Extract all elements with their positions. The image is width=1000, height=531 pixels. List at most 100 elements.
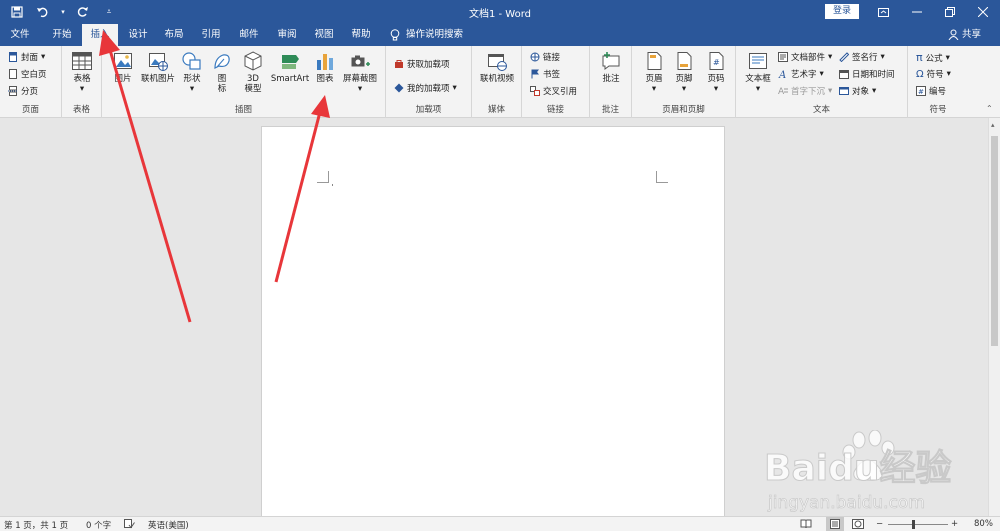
pictures-button[interactable]: 图片 [110, 50, 136, 84]
footer-icon [677, 52, 692, 70]
cross-reference-button[interactable]: 交叉引用 [530, 85, 577, 97]
quick-parts-button[interactable]: 文档部件 ▾ [778, 51, 832, 63]
minimize-icon [912, 11, 922, 13]
drop-cap-label: 首字下沉 [791, 87, 826, 97]
footer-button[interactable]: 页脚 ▾ [670, 50, 698, 94]
shapes-label: 形状 [183, 74, 201, 84]
date-time-button[interactable]: 日期和时间 [839, 68, 895, 80]
dropdown-arrow-icon: ▾ [452, 83, 457, 93]
read-mode-button[interactable] [800, 519, 812, 531]
3d-models-button[interactable]: 3D 模型 [240, 50, 266, 94]
language-indicator[interactable]: 英语(美国) [148, 519, 189, 531]
blank-page-button[interactable]: 空白页 [8, 68, 47, 80]
zoom-slider-thumb[interactable] [912, 520, 915, 529]
close-icon [978, 7, 988, 17]
icons-label-line1: 图 [217, 74, 227, 84]
link-button[interactable]: 链接 [530, 51, 560, 63]
online-pictures-button[interactable]: 联机图片 [138, 50, 178, 84]
tab-layout[interactable]: 布局 [156, 24, 192, 46]
link-label: 链接 [543, 53, 561, 63]
chevron-up-icon: ⌃ [986, 104, 993, 113]
chart-button[interactable]: 图表 [312, 50, 338, 84]
table-icon [72, 52, 92, 70]
online-pictures-label: 联机图片 [140, 74, 175, 84]
3d-models-label-line1: 3D [247, 74, 259, 84]
print-layout-button[interactable] [826, 517, 844, 531]
tab-help[interactable]: 帮助 [343, 24, 379, 46]
cover-page-button[interactable]: 封面 ▾ [8, 51, 45, 63]
share-label: 共享 [962, 29, 982, 40]
smartart-button[interactable]: SmartArt [268, 50, 312, 84]
page-count[interactable]: 第 1 页，共 1 页 [4, 519, 68, 531]
tell-me-search[interactable]: 操作说明搜索 [390, 24, 463, 46]
close-button[interactable] [966, 0, 1000, 24]
get-addins-button[interactable]: 获取加载项 [394, 58, 450, 70]
shapes-icon [182, 52, 201, 70]
web-layout-button[interactable] [852, 519, 864, 531]
web-layout-icon [852, 519, 864, 529]
share-button[interactable]: 共享 [948, 24, 981, 46]
svg-text:#: # [918, 88, 924, 96]
page-break-label: 分页 [21, 87, 39, 97]
bookmark-button[interactable]: 书签 [530, 68, 560, 80]
text-box-button[interactable]: 文本框 ▾ [742, 50, 774, 94]
tab-file[interactable]: 文件 [4, 24, 36, 46]
person-icon [948, 29, 959, 40]
drop-cap-icon: A [778, 87, 788, 96]
header-button[interactable]: 页眉 ▾ [640, 50, 668, 94]
tab-home[interactable]: 开始 [44, 24, 80, 46]
group-label-comments: 批注 [601, 105, 619, 115]
word-count[interactable]: 0 个字 [86, 519, 111, 531]
group-label-addins: 加载项 [415, 105, 442, 115]
tab-mailings[interactable]: 邮件 [231, 24, 267, 46]
page-break-button[interactable]: 分页 [8, 85, 38, 97]
online-video-button[interactable]: 联机视频 [477, 50, 517, 84]
tab-design[interactable]: 设计 [120, 24, 156, 46]
signature-line-button[interactable]: 签名行 ▾ [839, 51, 885, 63]
my-addins-button[interactable]: 我的加载项 ▾ [394, 82, 457, 94]
screenshot-button[interactable]: 屏幕截图 ▾ [340, 50, 380, 94]
zoom-in-button[interactable]: + [951, 519, 958, 529]
tab-references[interactable]: 引用 [193, 24, 229, 46]
wordart-button[interactable]: A 艺术字 ▾ [778, 68, 824, 80]
chart-label: 图表 [316, 74, 334, 84]
wordart-icon: A [778, 70, 786, 79]
new-comment-button[interactable]: 批注 [596, 50, 626, 84]
proofing-icon[interactable] [124, 519, 135, 531]
drop-cap-button[interactable]: A 首字下沉 ▾ [778, 85, 832, 97]
group-pages: 封面 ▾ 空白页 分页 页面 [0, 46, 62, 118]
get-addins-label: 获取加载项 [407, 60, 450, 70]
group-label-text: 文本 [812, 105, 830, 115]
group-tables: 表格 ▾ 表格 [62, 46, 102, 118]
number-button[interactable]: # 编号 [916, 85, 946, 97]
collapse-ribbon-button[interactable]: ⌃ [986, 104, 993, 113]
icons-button[interactable]: 图 标 [210, 50, 234, 94]
symbol-button[interactable]: Ω 符号 ▾ [916, 68, 951, 81]
new-comment-label: 批注 [602, 74, 620, 84]
scroll-up-icon[interactable]: ▴ [991, 121, 995, 129]
print-layout-icon [830, 519, 840, 529]
chart-icon [317, 54, 333, 70]
login-button[interactable]: 登录 [825, 4, 859, 19]
bookmark-label: 书签 [543, 70, 561, 80]
equation-button[interactable]: π 公式 ▾ [916, 51, 950, 64]
table-button[interactable]: 表格 ▾ [68, 50, 96, 94]
watermark-brand: Baidu经验 [764, 448, 951, 489]
tab-insert[interactable]: 插入 [82, 24, 118, 46]
cross-reference-icon [530, 86, 540, 96]
dropdown-arrow-icon: ▾ [79, 84, 85, 94]
ribbon-display-options-button[interactable] [866, 0, 900, 24]
page-number-button[interactable]: # 页码 ▾ [702, 50, 730, 94]
tab-review[interactable]: 审阅 [269, 24, 305, 46]
document-page[interactable] [261, 126, 725, 521]
scrollbar-thumb[interactable] [991, 136, 998, 346]
object-button[interactable]: 对象 ▾ [839, 85, 876, 97]
zoom-slider[interactable] [888, 524, 948, 525]
zoom-level[interactable]: 80% [974, 519, 993, 529]
minimize-button[interactable] [900, 0, 934, 24]
zoom-out-button[interactable]: − [876, 519, 883, 529]
restore-button[interactable] [933, 0, 967, 24]
group-label-header-footer: 页眉和页脚 [662, 105, 705, 115]
tab-view[interactable]: 视图 [306, 24, 342, 46]
shapes-button[interactable]: 形状 ▾ [180, 50, 204, 94]
